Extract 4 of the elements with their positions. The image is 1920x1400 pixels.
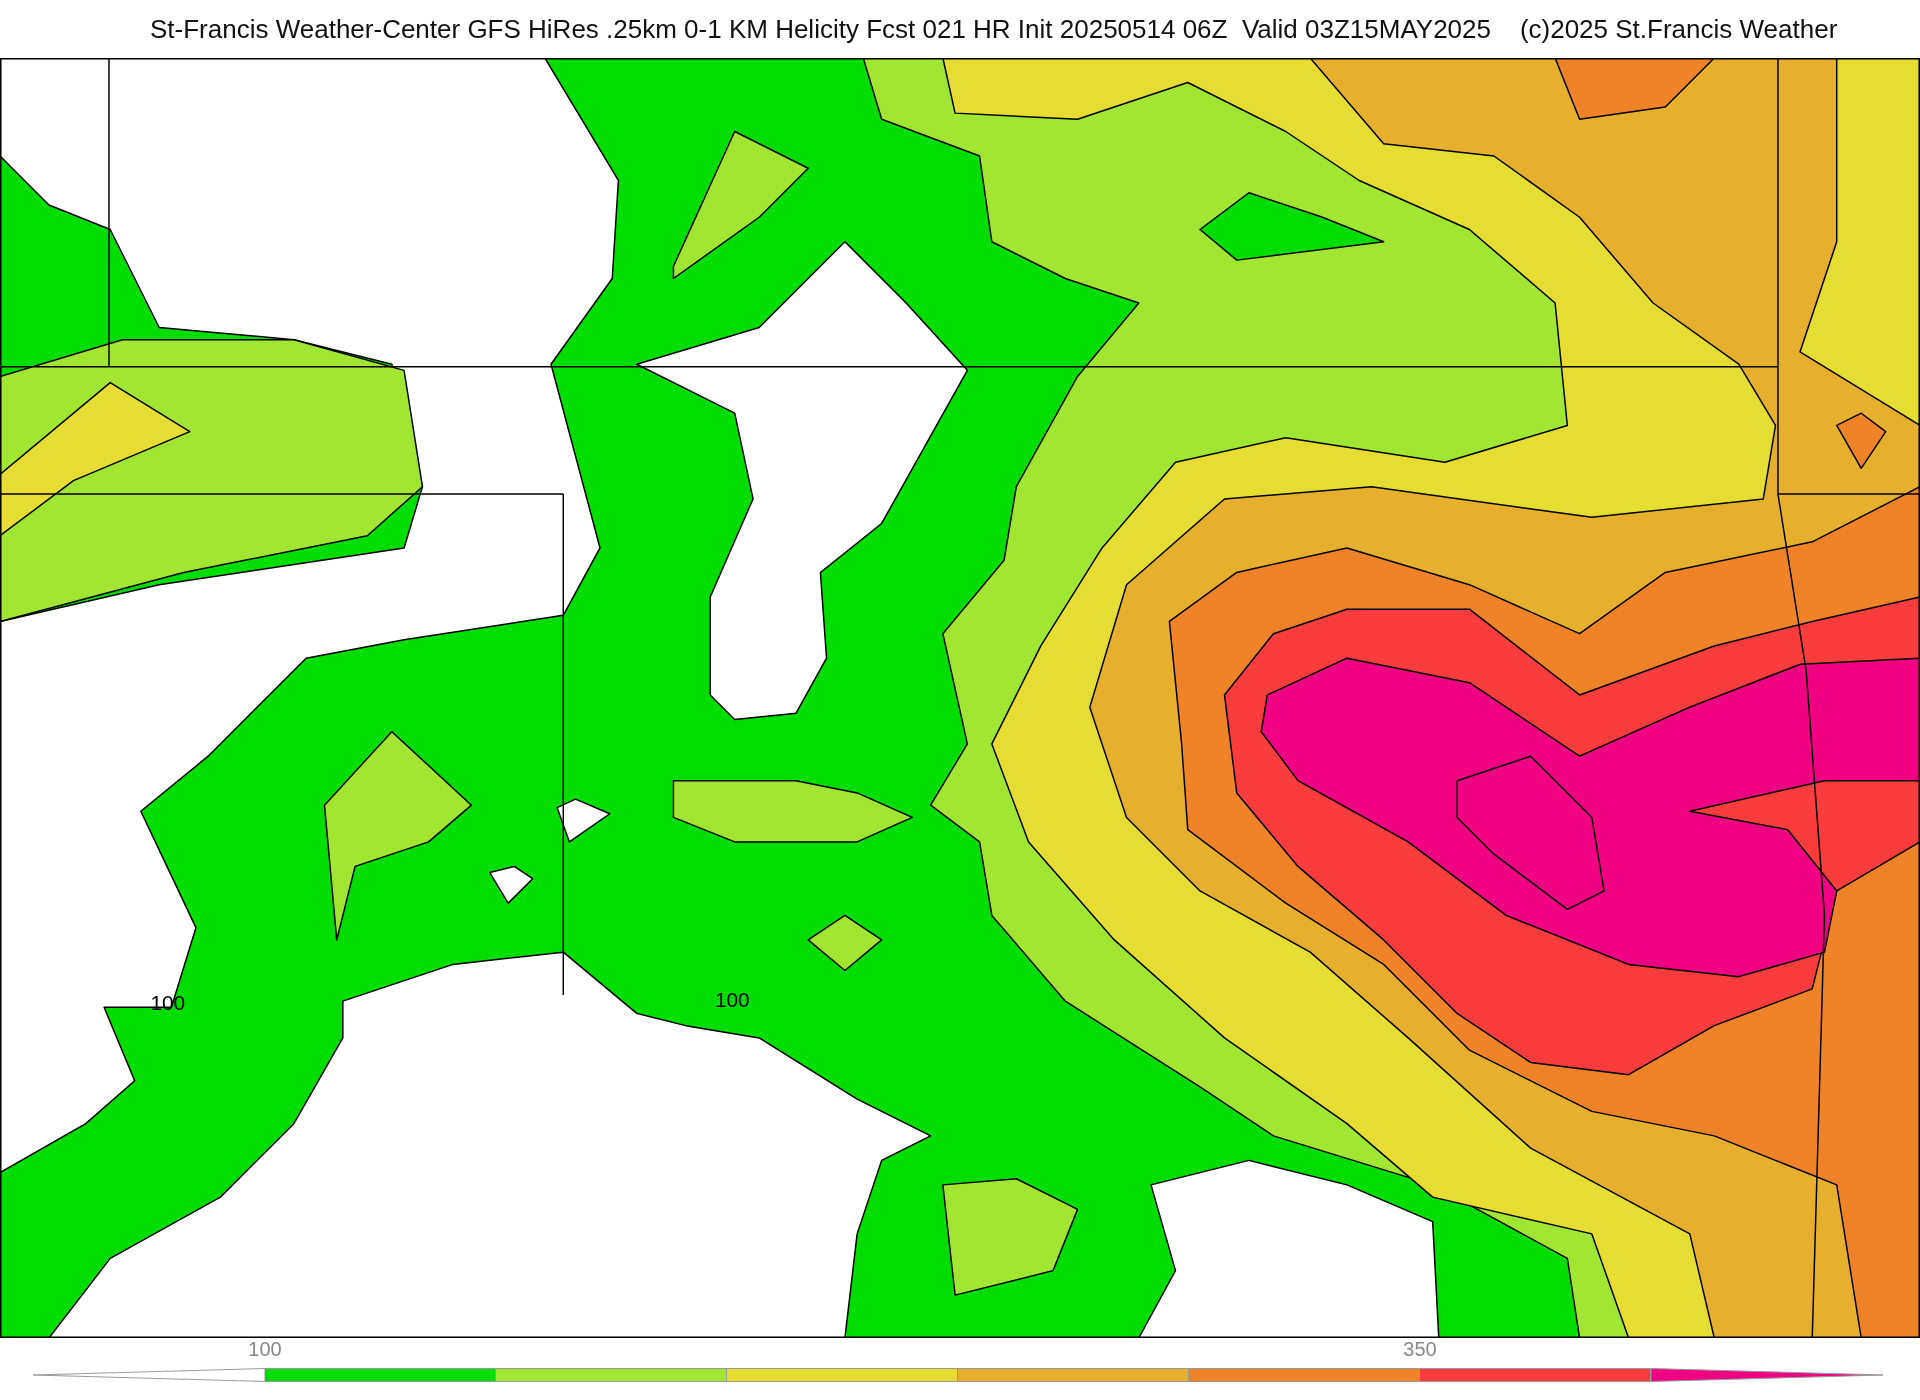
colorbar-tick-label: 100 [248, 1337, 282, 1362]
map-title: St-Francis Weather-Center GFS HiRes .25km 0-1 KM Helicity Fcst 021 HR Init 20250514 06Z Valid 03Z15MAY2025 (c)2025 St.Francis Weather [150, 12, 1838, 46]
colorbar-tick-label: 350 [1403, 1337, 1437, 1362]
contour-label: 100 [714, 988, 750, 1012]
